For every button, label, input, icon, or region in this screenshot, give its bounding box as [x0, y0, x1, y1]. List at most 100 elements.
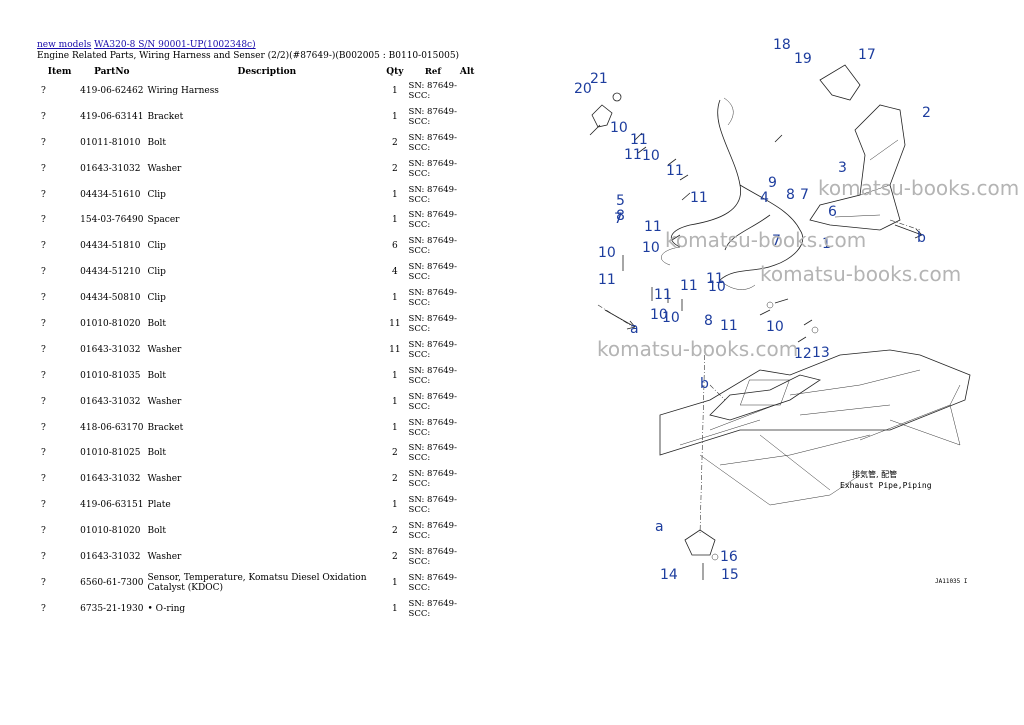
cell-item: ?	[41, 448, 46, 459]
cell-partno: 01011-81010	[80, 137, 141, 148]
callout-number: 17	[858, 47, 876, 63]
cell-ref: SN: 87649-SCC:	[408, 391, 457, 412]
header-description: Description	[237, 66, 297, 77]
cell-partno: 01643-31032	[80, 474, 141, 485]
cell-alt	[457, 466, 477, 492]
table-row: ? 01643-31032 Washer 2 SN: 87649-SCC:	[37, 466, 477, 492]
table-row: ? 6735-21-1930 • O-ring 1 SN: 87649-SCC:	[37, 596, 477, 622]
callout-number: 5	[616, 193, 625, 209]
callout-number: 8	[786, 187, 795, 203]
callout-number: 7	[614, 211, 623, 227]
bracket-b	[709, 374, 821, 421]
cell-description: Washer	[147, 163, 182, 174]
cell-partno: 6735-21-1930	[80, 603, 144, 614]
cell-description: Bracket	[147, 111, 184, 122]
cell-item: ?	[41, 215, 46, 226]
callout-number: 9	[768, 175, 777, 191]
cell-qty: 2	[392, 526, 398, 537]
breadcrumb-link-new-models[interactable]: new models	[37, 40, 91, 50]
header-ref: Ref	[424, 66, 441, 77]
table-row: ? 01643-31032 Washer 2 SN: 87649-SCC:	[37, 156, 477, 182]
callout-number: a	[630, 321, 639, 337]
cell-alt	[457, 182, 477, 208]
callout-number: 11	[666, 163, 684, 179]
cell-ref: SN: 87649-SCC:	[408, 495, 457, 516]
cell-ref: SN: 87649-SCC:	[408, 365, 457, 386]
bracket-17	[819, 64, 861, 101]
figure-code: JA11035 I	[935, 578, 968, 585]
cell-description: Clip	[147, 293, 166, 304]
callout-number: b	[917, 230, 926, 246]
floor-frame-detail	[679, 369, 961, 466]
cell-ref: SN: 87649-SCC:	[408, 288, 457, 309]
callout-number: 10	[662, 310, 680, 326]
label-exhaust-en: Exhaust Pipe,Piping	[840, 481, 932, 490]
cell-item: ?	[41, 603, 46, 614]
cell-qty: 2	[392, 474, 398, 485]
table-row: ? 01010-81025 Bolt 2 SN: 87649-SCC:	[37, 440, 477, 466]
callout-number: 11	[598, 272, 616, 288]
cell-qty: 1	[392, 603, 398, 614]
cell-partno: 04434-51610	[80, 189, 141, 200]
table-row: ? 01011-81010 Bolt 2 SN: 87649-SCC:	[37, 130, 477, 156]
sensor-20	[589, 104, 613, 136]
cell-ref: SN: 87649-SCC:	[408, 80, 457, 101]
callout-number: 11	[644, 219, 662, 235]
callout-number: 10	[642, 148, 660, 164]
cell-partno: 04434-51810	[80, 241, 141, 252]
callout-number: 2	[922, 105, 931, 121]
cell-ref: SN: 87649-SCC:	[408, 184, 457, 205]
cell-description: Washer	[147, 551, 182, 562]
cell-description: Washer	[147, 396, 182, 407]
cell-description: Clip	[147, 241, 166, 252]
cell-partno: 01010-81020	[80, 318, 141, 329]
breadcrumb: new models WA320-8 S/N 90001-UP(1002348c…	[37, 40, 477, 51]
cell-description: Bolt	[147, 318, 167, 329]
cell-description: Wiring Harness	[147, 85, 219, 96]
table-row: ? 419-06-63151 Plate 1 SN: 87649-SCC:	[37, 492, 477, 518]
table-row: ? 04434-51810 Clip 6 SN: 87649-SCC:	[37, 233, 477, 259]
cell-partno: 419-06-62462	[80, 85, 144, 96]
table-row: ? 01010-81020 Bolt 11 SN: 87649-SCC:	[37, 311, 477, 337]
cell-partno: 01643-31032	[80, 163, 141, 174]
watermark-2: komatsu-books.com	[665, 228, 866, 252]
cell-partno: 419-06-63151	[80, 500, 144, 511]
cell-qty: 2	[392, 163, 398, 174]
table-row: ? 01643-31032 Washer 11 SN: 87649-SCC:	[37, 337, 477, 363]
cell-item: ?	[41, 111, 46, 122]
cell-qty: 1	[392, 396, 398, 407]
cell-alt	[457, 440, 477, 466]
header-alt: Alt	[459, 66, 475, 77]
cell-alt	[457, 492, 477, 518]
floor-frame	[659, 349, 971, 456]
table-row: ? 04434-50810 Clip 1 SN: 87649-SCC:	[37, 285, 477, 311]
cell-item: ?	[41, 551, 46, 562]
cell-alt	[457, 415, 477, 441]
parts-table: Item PartNo Description Qty Ref Alt ? 419…	[37, 65, 477, 622]
table-header-row: Item PartNo Description Qty Ref Alt	[37, 65, 477, 78]
cell-ref: SN: 87649-SCC:	[408, 417, 457, 438]
cell-qty: 1	[392, 577, 398, 588]
table-row: ? 418-06-63170 Bracket 1 SN: 87649-SCC:	[37, 415, 477, 441]
cell-item: ?	[41, 85, 46, 96]
cell-qty: 6	[392, 241, 398, 252]
washer-mark-2	[811, 326, 819, 334]
cell-partno: 01643-31032	[80, 344, 141, 355]
watermark-4: komatsu-books.com	[597, 337, 798, 361]
breadcrumb-link-model[interactable]: WA320-8 S/N 90001-UP(1002348c)	[94, 40, 256, 50]
cell-item: ?	[41, 163, 46, 174]
table-row: ? 419-06-62462 Wiring Harness 1 SN: 87649-SC…	[37, 78, 477, 104]
cell-qty: 1	[392, 85, 398, 96]
cell-alt	[457, 233, 477, 259]
table-row: ? 154-03-76490 Spacer 1 SN: 87649-SCC:	[37, 207, 477, 233]
table-row: ? 04434-51210 Clip 4 SN: 87649-SCC:	[37, 259, 477, 285]
cell-ref: SN: 87649-SCC:	[408, 313, 457, 334]
callout-number: 14	[660, 567, 678, 583]
cell-partno: 01643-31032	[80, 551, 141, 562]
harness-branch	[661, 97, 756, 290]
cell-description: Bolt	[147, 526, 167, 537]
cell-alt	[457, 518, 477, 544]
header-item: Item	[47, 66, 72, 77]
cell-item: ?	[41, 500, 46, 511]
cell-item: ?	[41, 474, 46, 485]
